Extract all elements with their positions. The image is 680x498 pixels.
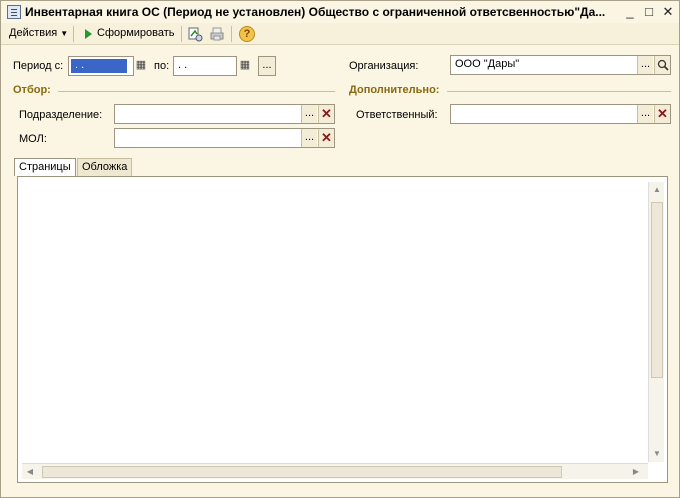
actions-label: Действия [9, 27, 58, 39]
calendar-icon[interactable]: ▦ [133, 56, 149, 74]
ellipsis-icon[interactable]: ... [637, 105, 653, 123]
print-icon[interactable] [209, 26, 225, 42]
help-icon[interactable]: ? [239, 26, 255, 42]
subdivision-field[interactable]: ... ✕ [114, 104, 335, 124]
maximize-button[interactable]: □ [641, 4, 657, 20]
filter-section-title: Отбор: [13, 84, 51, 96]
ellipsis-icon[interactable]: ... [637, 56, 653, 74]
scroll-left-icon[interactable]: ◀ [22, 464, 38, 480]
horizontal-scroll-thumb[interactable] [42, 466, 562, 478]
play-icon [85, 29, 92, 39]
ellipsis-icon[interactable]: ... [301, 105, 317, 123]
clear-icon[interactable]: ✕ [318, 105, 334, 123]
period-to-label: по: [154, 60, 170, 72]
document-icon [7, 5, 21, 19]
calendar-icon[interactable]: ▦ [237, 56, 253, 74]
window-title: Инвентарная книга ОС (Период не установл… [25, 5, 606, 19]
tab-pages[interactable]: Страницы [14, 158, 76, 176]
filter-divider [58, 91, 335, 92]
toolbar-separator [181, 26, 182, 42]
minimize-button[interactable]: _ [622, 4, 638, 20]
organization-label: Организация: [349, 60, 419, 72]
spreadsheet-document[interactable] [22, 182, 648, 463]
print-preview-icon[interactable] [187, 26, 203, 42]
toolbar-separator [73, 26, 74, 42]
organization-value: ООО "Дары" [455, 58, 520, 70]
horizontal-scrollbar[interactable]: ◀ ▶ [22, 463, 648, 479]
toolbar: Действия ▼ Сформировать ? [1, 23, 679, 45]
clear-icon[interactable]: ✕ [318, 129, 334, 147]
generate-button[interactable]: Сформировать [97, 27, 175, 39]
actions-menu-button[interactable]: Действия ▼ [9, 27, 68, 39]
title-bar: Инвентарная книга ОС (Период не установл… [1, 1, 679, 23]
mol-label: МОЛ: [19, 133, 47, 145]
subdivision-label: Подразделение: [19, 109, 103, 121]
additional-section-title: Дополнительно: [349, 84, 440, 96]
clear-icon[interactable]: ✕ [654, 105, 670, 123]
scroll-down-icon[interactable]: ▼ [649, 446, 665, 462]
organization-field[interactable]: ООО "Дары" ... [450, 55, 671, 75]
search-icon[interactable] [654, 56, 670, 74]
ellipsis-icon[interactable]: ... [301, 129, 317, 147]
responsible-field[interactable]: ... ✕ [450, 104, 671, 124]
scroll-right-icon[interactable]: ▶ [628, 464, 644, 480]
additional-divider [447, 91, 671, 92]
close-button[interactable]: ✕ [660, 4, 676, 20]
tab-cover[interactable]: Обложка [77, 158, 133, 176]
period-select-button[interactable]: ... [258, 56, 276, 76]
period-from-field[interactable]: . . [68, 56, 134, 76]
period-from-value: . . [71, 59, 127, 73]
responsible-label: Ответственный: [356, 109, 438, 121]
toolbar-separator [231, 26, 232, 42]
period-to-field[interactable]: . . [173, 56, 237, 76]
mol-field[interactable]: ... ✕ [114, 128, 335, 148]
scroll-up-icon[interactable]: ▲ [649, 182, 665, 198]
vertical-scroll-thumb[interactable] [651, 202, 663, 378]
period-from-label: Период с: [13, 60, 64, 72]
vertical-scrollbar[interactable]: ▲ ▼ [648, 182, 664, 462]
dropdown-arrow-icon: ▼ [60, 29, 69, 38]
